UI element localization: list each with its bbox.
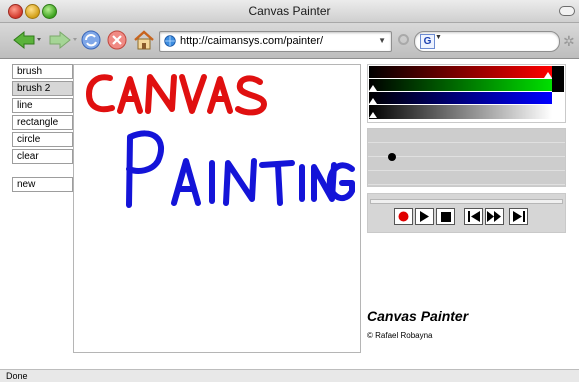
tool-line-button[interactable]: line (12, 98, 73, 113)
fast-forward-button[interactable] (485, 208, 504, 225)
chevron-down-icon[interactable]: ▼ (378, 36, 386, 45)
painted-text-painting (126, 130, 355, 208)
playback-panel (367, 193, 566, 233)
skip-to-end-button[interactable] (509, 208, 528, 225)
home-button[interactable] (132, 27, 156, 53)
address-stop-icon[interactable] (398, 34, 409, 45)
window-title-bar: Canvas Painter (0, 0, 579, 23)
tool-rectangle-button[interactable]: rectangle (12, 115, 73, 130)
browser-toolbar: http://caimansys.com/painter/ ▼ G ▼ ✲ (0, 23, 579, 59)
green-slider[interactable] (369, 79, 552, 91)
app-title: Canvas Painter (367, 308, 469, 324)
tool-new-button[interactable]: new (12, 177, 73, 192)
tool-brush-button[interactable]: brush (12, 64, 73, 79)
skip-forward-icon (512, 211, 525, 222)
drawing-canvas[interactable] (73, 64, 361, 353)
copyright-text: © Rafael Robayna (367, 331, 433, 340)
record-icon (398, 211, 409, 222)
search-engine-chevron-icon[interactable]: ▼ (435, 34, 442, 41)
address-bar[interactable]: http://caimansys.com/painter/ ▼ (159, 31, 392, 52)
brush-size-handle[interactable] (388, 153, 396, 161)
forward-button[interactable] (48, 27, 78, 53)
skip-back-icon (467, 211, 480, 222)
status-bar: Done (0, 369, 579, 382)
tool-circle-button[interactable]: circle (12, 132, 73, 147)
address-url: http://caimansys.com/painter/ (180, 35, 324, 47)
playback-progress-bar[interactable] (370, 199, 563, 204)
blue-slider-handle[interactable] (369, 98, 377, 104)
painted-text-canvas (86, 74, 267, 116)
blue-slider[interactable] (369, 92, 552, 104)
fast-forward-icon (487, 211, 501, 222)
play-icon (420, 211, 429, 222)
google-search-icon[interactable]: G (420, 34, 435, 49)
home-icon (134, 30, 154, 50)
current-color-swatch (552, 66, 564, 92)
tool-clear-button[interactable]: clear (12, 149, 73, 164)
gray-slider[interactable] (369, 105, 552, 119)
search-field[interactable]: G ▼ (414, 31, 560, 52)
color-picker (367, 64, 566, 123)
window-title: Canvas Painter (248, 4, 331, 18)
gray-slider-handle[interactable] (369, 112, 377, 118)
status-text: Done (6, 371, 28, 381)
stop-button[interactable] (106, 27, 128, 53)
skip-to-start-button[interactable] (464, 208, 483, 225)
back-arrow-icon (13, 30, 41, 50)
red-slider-handle[interactable] (544, 72, 552, 78)
reload-icon (81, 30, 101, 50)
forward-arrow-icon (49, 30, 77, 50)
toolbar-toggle-button[interactable] (559, 6, 575, 16)
brush-size-panel[interactable] (367, 128, 566, 187)
green-slider-handle[interactable] (369, 85, 377, 91)
record-button[interactable] (394, 208, 413, 225)
canvas-drawing (86, 74, 355, 208)
play-button[interactable] (415, 208, 434, 225)
activity-spinner-icon: ✲ (563, 33, 575, 49)
stop-square-icon (440, 211, 451, 222)
globe-icon (164, 35, 176, 47)
stop-playback-button[interactable] (436, 208, 455, 225)
back-button[interactable] (10, 27, 44, 53)
stop-icon (107, 30, 127, 50)
red-slider[interactable] (369, 66, 552, 78)
tool-brush-2-button[interactable]: brush 2 (12, 81, 73, 96)
reload-button[interactable] (80, 27, 102, 53)
